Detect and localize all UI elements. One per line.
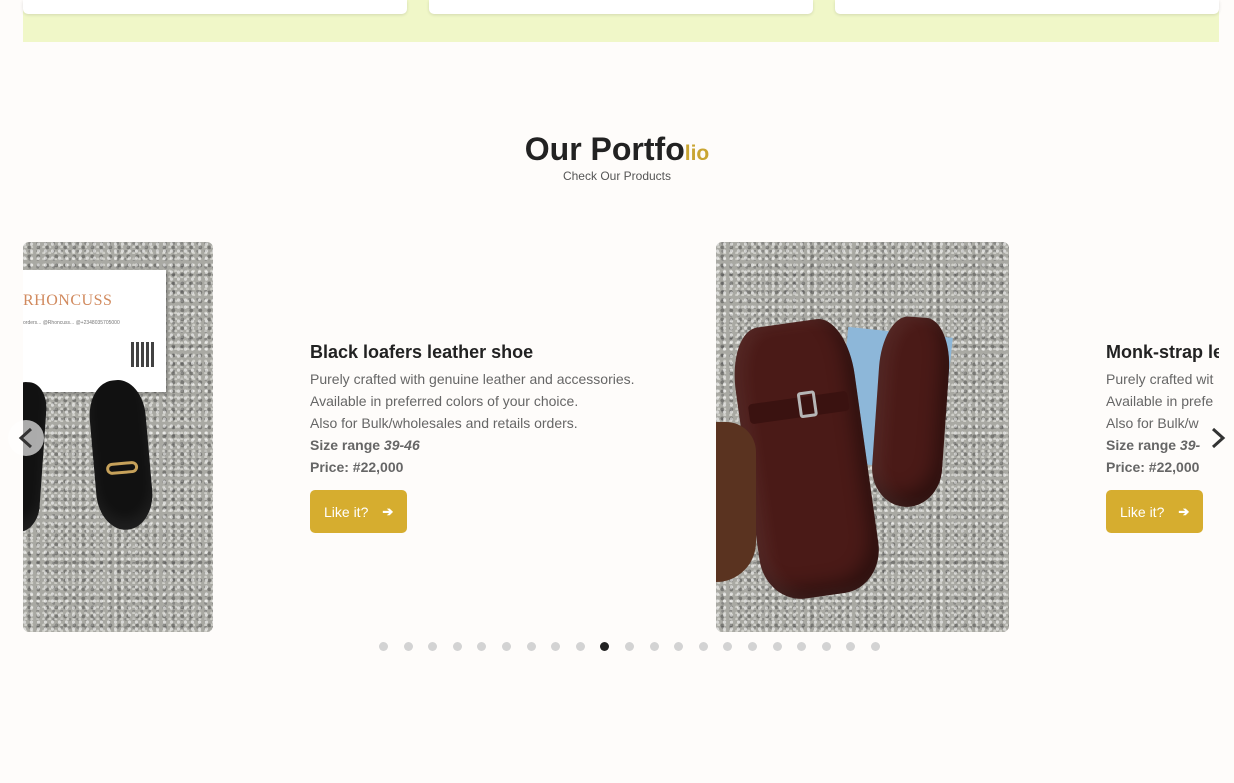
section-subtitle: Check Our Products bbox=[562, 169, 672, 183]
product-price: Price: #22,000 bbox=[1106, 459, 1200, 475]
carousel-dot[interactable] bbox=[428, 642, 438, 651]
carousel-next-button[interactable] bbox=[1200, 420, 1234, 456]
loafer-shoe bbox=[86, 377, 156, 533]
portfolio-carousel[interactable]: RHONCUSS orders... @Rhoncuss... @+234803… bbox=[23, 242, 1219, 632]
carousel-dot[interactable] bbox=[600, 642, 610, 651]
size-label: Size range bbox=[310, 437, 381, 453]
carousel-dot[interactable] bbox=[723, 642, 733, 651]
carousel-dot[interactable] bbox=[797, 642, 807, 651]
product-price: Price: #22,000 bbox=[310, 459, 404, 475]
carousel-dot[interactable] bbox=[772, 642, 782, 651]
product-size-range: Size range 39-46 bbox=[310, 434, 670, 456]
strap-buckle bbox=[796, 390, 819, 419]
like-it-label: Like it? bbox=[1120, 503, 1165, 520]
carousel-dot[interactable] bbox=[551, 642, 561, 651]
carousel-dot[interactable] bbox=[477, 642, 487, 651]
carousel-dot[interactable] bbox=[747, 642, 757, 651]
carousel-prev-button[interactable] bbox=[8, 420, 44, 456]
carousel-dot[interactable] bbox=[870, 642, 880, 651]
product-desc-line: Available in prefe bbox=[1106, 393, 1214, 409]
arrow-right-icon: ➔ bbox=[1178, 503, 1190, 519]
horsebit-buckle bbox=[105, 460, 139, 476]
product-info: Black loafers leather shoe Purely crafte… bbox=[310, 340, 670, 533]
like-it-button[interactable]: Like it? ➔ bbox=[310, 490, 408, 533]
like-it-label: Like it? bbox=[324, 503, 369, 520]
hand bbox=[716, 422, 756, 582]
service-card bbox=[835, 0, 1219, 14]
carousel-dot[interactable] bbox=[649, 642, 659, 651]
product-box: RHONCUSS orders... @Rhoncuss... @+234803… bbox=[23, 270, 166, 392]
carousel-dot[interactable] bbox=[846, 642, 856, 651]
product-title: Monk-strap le bbox=[1106, 342, 1219, 362]
carousel-dot[interactable] bbox=[698, 642, 708, 651]
like-it-button[interactable]: Like it? ➔ bbox=[1106, 490, 1204, 533]
carousel-dot[interactable] bbox=[575, 642, 585, 651]
product-desc-line: Available in preferred colors of your ch… bbox=[310, 393, 579, 409]
product-desc-line: Also for Bulk/wholesales and retails ord… bbox=[310, 415, 578, 431]
loafer-shoe bbox=[23, 380, 49, 534]
product-title: Black loafers leather shoe bbox=[310, 342, 534, 362]
product-photo-black-loafers: RHONCUSS orders... @Rhoncuss... @+234803… bbox=[23, 242, 213, 632]
arrow-right-icon: ➔ bbox=[382, 503, 394, 519]
qr-code-icon bbox=[131, 342, 156, 367]
service-card bbox=[23, 0, 407, 14]
carousel-dot[interactable] bbox=[624, 642, 634, 651]
chevron-right-icon bbox=[1211, 427, 1226, 449]
carousel-dot[interactable] bbox=[403, 642, 413, 651]
size-value: 39- bbox=[1179, 437, 1201, 453]
product-desc-line: Purely crafted with genuine leather and … bbox=[310, 371, 635, 387]
box-brand-text: RHONCUSS bbox=[23, 292, 113, 309]
product-photo-monk-strap bbox=[716, 242, 1009, 632]
service-card bbox=[429, 0, 813, 14]
size-label: Size range bbox=[1106, 437, 1177, 453]
carousel-pagination bbox=[379, 642, 880, 651]
carousel-dot[interactable] bbox=[452, 642, 462, 651]
chevron-left-icon bbox=[18, 427, 33, 449]
carousel-dot[interactable] bbox=[379, 642, 388, 651]
size-value: 39-46 bbox=[383, 437, 420, 453]
carousel-dot[interactable] bbox=[821, 642, 831, 651]
carousel-dot[interactable] bbox=[674, 642, 684, 651]
section-title: Our Portfolio bbox=[0, 131, 1234, 172]
section-title-accent: lio bbox=[684, 142, 710, 165]
carousel-dot[interactable] bbox=[501, 642, 511, 651]
carousel-dot[interactable] bbox=[526, 642, 536, 651]
box-contact-line: orders... @Rhoncuss... @+2348035705000 bbox=[23, 320, 120, 326]
section-title-main: Our Portfo bbox=[524, 131, 685, 167]
product-desc-line: Purely crafted wit bbox=[1106, 371, 1214, 387]
